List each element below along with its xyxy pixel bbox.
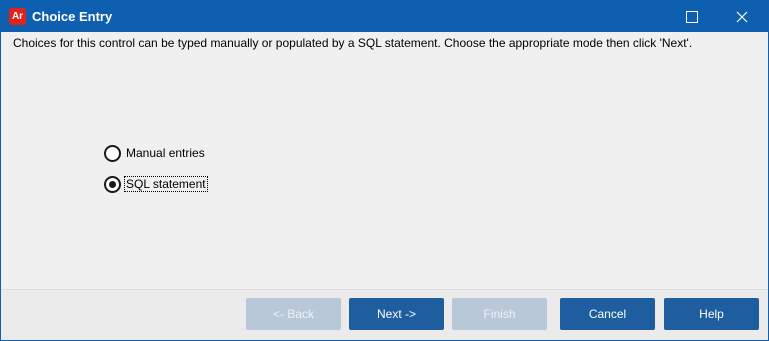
maximize-icon	[686, 10, 698, 23]
cancel-button[interactable]: Cancel	[560, 298, 655, 330]
sql-statement-option[interactable]: SQL statement	[104, 175, 208, 193]
manual-entries-radio[interactable]	[104, 144, 121, 162]
manual-entries-label[interactable]: Manual entries	[125, 146, 206, 160]
maximize-button[interactable]	[669, 1, 715, 32]
sql-statement-radio[interactable]	[104, 175, 121, 193]
choice-entry-dialog: Ar Choice Entry Choices for this control…	[0, 0, 769, 341]
instructions-text: Choices for this control can be typed ma…	[13, 36, 693, 50]
finish-button[interactable]: Finish	[452, 298, 547, 330]
help-button[interactable]: Help	[664, 298, 759, 330]
back-button[interactable]: <- Back	[246, 298, 341, 330]
title-bar[interactable]: Ar Choice Entry	[1, 1, 768, 32]
manual-entries-option[interactable]: Manual entries	[104, 144, 206, 162]
radio-selected-dot	[109, 180, 116, 188]
sql-statement-label[interactable]: SQL statement	[124, 176, 208, 192]
dialog-title: Choice Entry	[32, 9, 113, 24]
close-button[interactable]	[719, 1, 765, 32]
next-button[interactable]: Next ->	[349, 298, 444, 330]
app-logo-icon: Ar	[9, 8, 26, 25]
close-icon	[736, 11, 748, 22]
